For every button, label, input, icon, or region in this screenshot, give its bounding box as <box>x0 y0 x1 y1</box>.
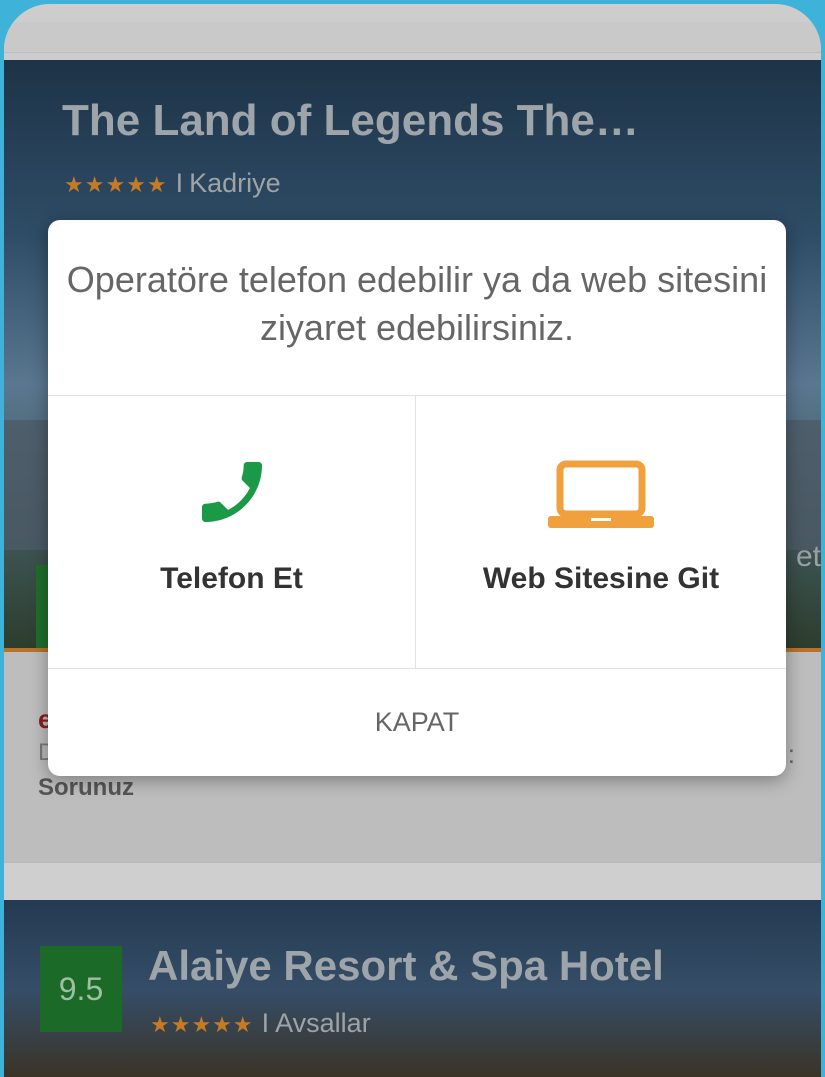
star-rating-icon: ★★★★★ <box>64 172 168 197</box>
separator: I <box>175 168 184 198</box>
dialog-message: Operatöre telefon edebilir ya da web sit… <box>66 259 768 348</box>
website-label: Web Sitesine Git <box>482 562 720 595</box>
rating-badge: 9.5 <box>40 946 122 1032</box>
call-label: Telefon Et <box>160 562 303 595</box>
card-gap <box>4 862 821 903</box>
top-bar <box>4 4 821 60</box>
laptop-icon <box>546 458 656 539</box>
contact-dialog: Operatöre telefon edebilir ya da web sit… <box>48 220 786 776</box>
star-rating-icon: ★★★★★ <box>150 1012 254 1037</box>
partial-text: Sorunuz <box>38 774 134 801</box>
website-button[interactable]: Web Sitesine Git <box>416 396 786 668</box>
hotel-location: Avsallar <box>275 1008 371 1038</box>
hotel-subtitle: ★★★★★ I Avsallar <box>150 1008 371 1039</box>
partial-text: et <box>795 540 821 573</box>
hotel-image-decor <box>781 420 821 550</box>
hotel-title: Alaiye Resort & Spa Hotel <box>148 942 664 989</box>
hotel-location: Kadriye <box>189 168 281 198</box>
close-button[interactable]: KAPAT <box>48 669 786 776</box>
call-button[interactable]: Telefon Et <box>48 396 415 668</box>
separator: I <box>261 1008 270 1038</box>
phone-icon <box>192 452 272 537</box>
hotel-title: The Land of Legends The… <box>62 96 639 145</box>
hotel-subtitle: ★★★★★ I Kadriye <box>64 168 281 199</box>
